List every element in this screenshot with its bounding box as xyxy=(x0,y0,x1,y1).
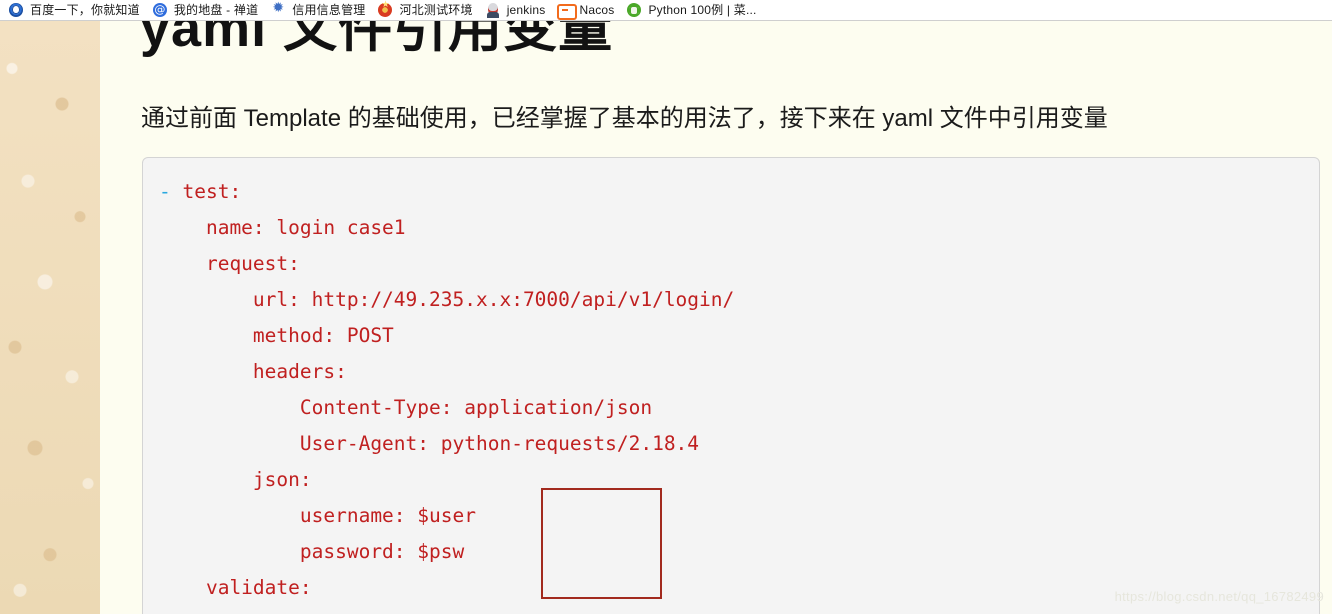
code-line: password: $psw xyxy=(159,534,1319,570)
page-title: yaml 文件引用变量 xyxy=(140,21,614,58)
bookmark-item-hebei[interactable]: 河北测试环境 xyxy=(375,0,479,20)
bookmark-label: Python 100例 | 菜... xyxy=(648,3,757,17)
code-line: Content-Type: application/json xyxy=(159,390,1319,426)
watermark: https://blog.csdn.net/qq_16782499 xyxy=(1114,589,1324,604)
bookmark-label: 河北测试环境 xyxy=(399,3,473,17)
hebei-favicon-icon xyxy=(377,0,393,18)
code-block[interactable]: - test: name: login case1 request: url: … xyxy=(142,157,1320,614)
bookmark-label: 我的地盘 - 禅道 xyxy=(173,3,259,17)
python-favicon-icon xyxy=(626,2,642,18)
jenkins-favicon-icon xyxy=(485,2,501,18)
code-line-text: json: xyxy=(159,468,312,491)
web-page-viewport: yaml 文件引用变量 通过前面 Template 的基础使用，已经掌握了基本的… xyxy=(0,21,1332,614)
code-line-text: Content-Type: application/json xyxy=(159,396,653,419)
bookmark-item-credit[interactable]: 信用信息管理 xyxy=(268,0,372,20)
bookmark-label: 信用信息管理 xyxy=(292,3,366,17)
page-texture-margin xyxy=(0,21,100,614)
bookmarks-bar: 百度一下，你就知道 我的地盘 - 禅道 信用信息管理 河北测试环境 jenkin… xyxy=(0,0,1332,21)
code-line-text: url: http://49.235.x.x:7000/api/v1/login… xyxy=(159,288,735,311)
bookmark-item-jenkins[interactable]: jenkins xyxy=(483,0,553,20)
article-content: yaml 文件引用变量 通过前面 Template 的基础使用，已经掌握了基本的… xyxy=(100,21,1332,614)
zentao-favicon-icon xyxy=(151,1,168,18)
code-line: - test: xyxy=(159,174,1319,210)
code-line: request: xyxy=(159,246,1319,282)
bookmark-item-nacos[interactable]: Nacos xyxy=(555,0,621,20)
code-line: method: POST xyxy=(159,318,1319,354)
code-line: name: login case1 xyxy=(159,210,1319,246)
code-line-text: method: POST xyxy=(159,324,394,347)
code-line-text: test: xyxy=(182,180,242,203)
baidu-favicon-icon xyxy=(8,2,24,18)
code-lines: - test: name: login case1 request: url: … xyxy=(159,174,1319,614)
code-line: [{ eq: [ login, error ]}] xyxy=(159,606,1319,614)
code-line: json: xyxy=(159,462,1319,498)
code-line-text: request: xyxy=(159,252,300,275)
code-line: url: http://49.235.x.x:7000/api/v1/login… xyxy=(159,282,1319,318)
code-line-text: password: $psw xyxy=(159,540,465,563)
code-line-text: headers: xyxy=(159,360,347,383)
code-line-text: User-Agent: python-requests/2.18.4 xyxy=(159,432,700,455)
code-line: User-Agent: python-requests/2.18.4 xyxy=(159,426,1319,462)
bookmark-item-baidu[interactable]: 百度一下，你就知道 xyxy=(6,0,147,20)
code-line-text: validate: xyxy=(159,576,312,599)
bookmark-label: jenkins xyxy=(506,3,546,17)
yaml-dash-token: - xyxy=(159,180,183,203)
intro-paragraph: 通过前面 Template 的基础使用，已经掌握了基本的用法了，接下来在 yam… xyxy=(141,105,1108,132)
code-line: headers: xyxy=(159,354,1319,390)
bookmark-item-zentao[interactable]: 我的地盘 - 禅道 xyxy=(150,0,265,20)
bookmark-item-python[interactable]: Python 100例 | 菜... xyxy=(624,0,763,20)
code-line-text: name: login case1 xyxy=(159,216,406,239)
code-line-text: username: $user xyxy=(159,504,476,527)
nacos-favicon-icon xyxy=(557,2,578,20)
credit-favicon-icon xyxy=(270,0,286,18)
bookmark-label: 百度一下，你就知道 xyxy=(30,3,140,17)
bookmark-label: Nacos xyxy=(579,3,615,17)
code-line: username: $user xyxy=(159,498,1319,534)
